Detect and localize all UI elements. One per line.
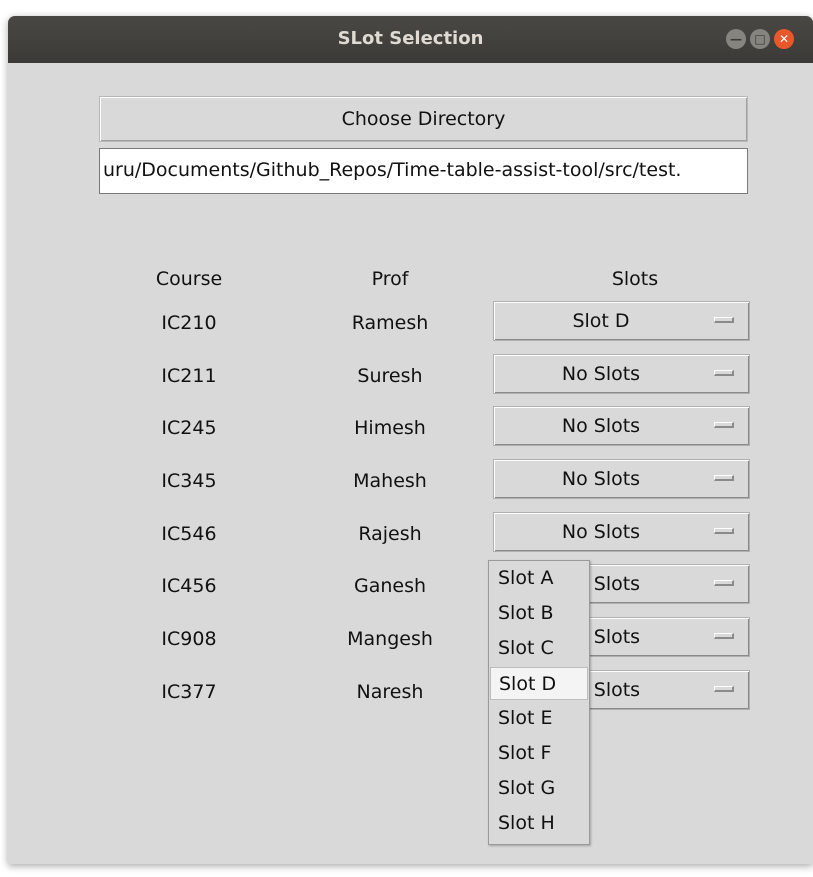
course-code: IC245 — [161, 417, 217, 439]
course-code: IC456 — [161, 575, 217, 597]
slot-dropdown-menu: Slot A Slot B Slot C Slot D Slot E Slot … — [488, 560, 590, 845]
close-icon[interactable]: ✕ — [774, 29, 794, 49]
option-menu-indicator-icon — [714, 633, 734, 639]
slot-option-menu[interactable]: No Slots — [493, 459, 750, 499]
slot-option-menu[interactable]: No Slots — [493, 354, 750, 394]
window-title: SLot Selection — [337, 28, 484, 49]
course-code: IC908 — [161, 628, 217, 650]
minimize-icon[interactable]: — — [726, 29, 746, 49]
dropdown-item-slot-c[interactable]: Slot C — [490, 632, 588, 665]
dropdown-item-slot-f[interactable]: Slot F — [490, 737, 588, 770]
slot-value: No Slots — [561, 415, 641, 437]
option-menu-indicator-icon — [714, 475, 734, 481]
slot-value: No Slots — [561, 468, 641, 490]
option-menu-indicator-icon — [714, 528, 734, 534]
dropdown-item-slot-d[interactable]: Slot D — [490, 667, 588, 700]
prof-name: Rajesh — [358, 523, 422, 545]
dropdown-item-slot-h[interactable]: Slot H — [490, 807, 588, 840]
dropdown-item-slot-g[interactable]: Slot G — [490, 772, 588, 805]
directory-path-field[interactable]: uru/Documents/Github_Repos/Time-table-as… — [99, 148, 748, 194]
prof-name: Ramesh — [351, 312, 429, 334]
option-menu-indicator-icon — [714, 317, 734, 323]
course-code: IC377 — [161, 681, 217, 703]
column-header-slots: Slots — [611, 268, 659, 290]
slot-value: No Slots — [561, 521, 641, 543]
course-code: IC345 — [161, 470, 217, 492]
dropdown-item-slot-b[interactable]: Slot B — [490, 597, 588, 630]
prof-name: Suresh — [357, 365, 423, 387]
maximize-icon[interactable]: □ — [750, 29, 770, 49]
course-code: IC210 — [161, 312, 217, 334]
prof-name: Naresh — [356, 681, 424, 703]
column-header-prof: Prof — [371, 268, 409, 290]
slot-option-menu[interactable]: No Slots — [493, 406, 750, 446]
slot-value: No Slots — [561, 363, 641, 385]
option-menu-indicator-icon — [714, 422, 734, 428]
slot-option-menu[interactable]: Slot D — [493, 301, 750, 341]
prof-name: Himesh — [354, 417, 426, 439]
app-window: SLot Selection — □ ✕ Choose Directory ur… — [8, 16, 813, 864]
choose-directory-label: Choose Directory — [341, 108, 506, 130]
slot-value: Slot D — [572, 310, 630, 332]
option-menu-indicator-icon — [714, 686, 734, 692]
option-menu-indicator-icon — [714, 370, 734, 376]
dropdown-item-slot-e[interactable]: Slot E — [490, 702, 588, 735]
course-code: IC546 — [161, 523, 217, 545]
column-header-course: Course — [155, 268, 223, 290]
choose-directory-button[interactable]: Choose Directory — [99, 96, 748, 142]
dropdown-item-slot-a[interactable]: Slot A — [490, 562, 588, 595]
course-code: IC211 — [161, 365, 217, 387]
prof-name: Ganesh — [353, 575, 427, 597]
prof-name: Mahesh — [353, 470, 427, 492]
prof-name: Mangesh — [347, 628, 433, 650]
slot-option-menu[interactable]: No Slots — [493, 512, 750, 552]
title-bar[interactable]: SLot Selection — □ ✕ — [8, 16, 813, 63]
option-menu-indicator-icon — [714, 580, 734, 586]
